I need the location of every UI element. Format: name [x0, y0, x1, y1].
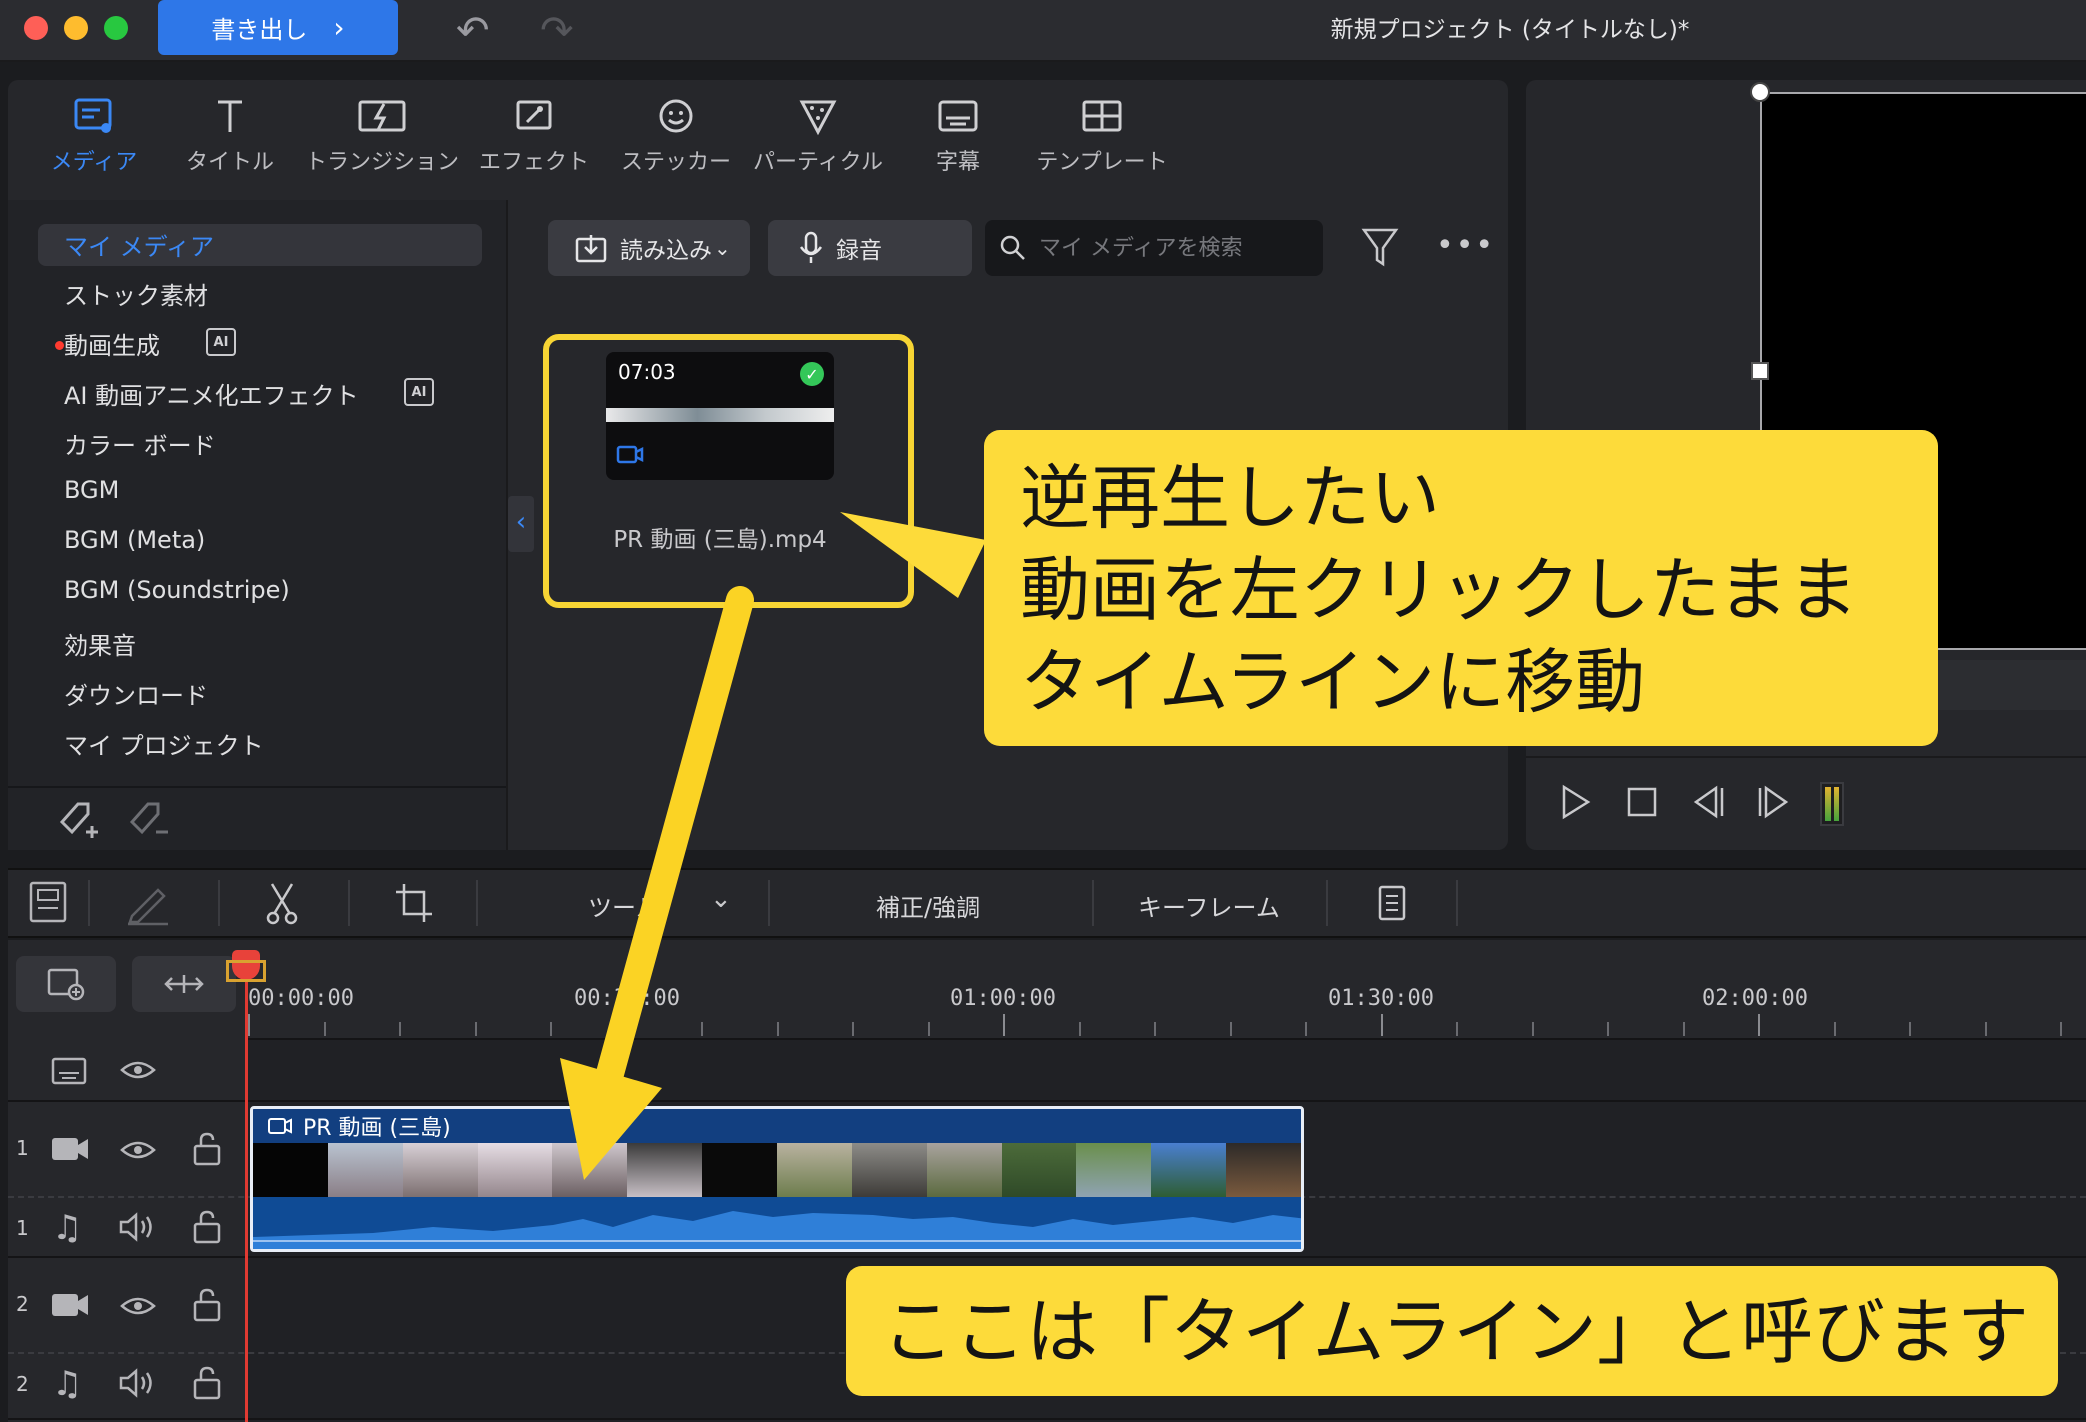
timeline-callout-text: ここは「タイムライン」と呼びます	[882, 1290, 2029, 1374]
callout-line-3: タイムラインに移動	[1020, 641, 1646, 723]
callout-line-1: 逆再生したい	[1020, 457, 1440, 539]
callout-line-2: 動画を左クリックしたまま	[1020, 549, 1858, 631]
drag-instruction-callout: 逆再生したい 動画を左クリックしたまま タイムラインに移動	[984, 430, 1938, 746]
callout-line: 逆再生したい 動画を左クリックしたまま タイムラインに移動	[1020, 452, 1858, 728]
timeline-label-callout: ここは「タイムライン」と呼びます	[846, 1266, 2058, 1396]
